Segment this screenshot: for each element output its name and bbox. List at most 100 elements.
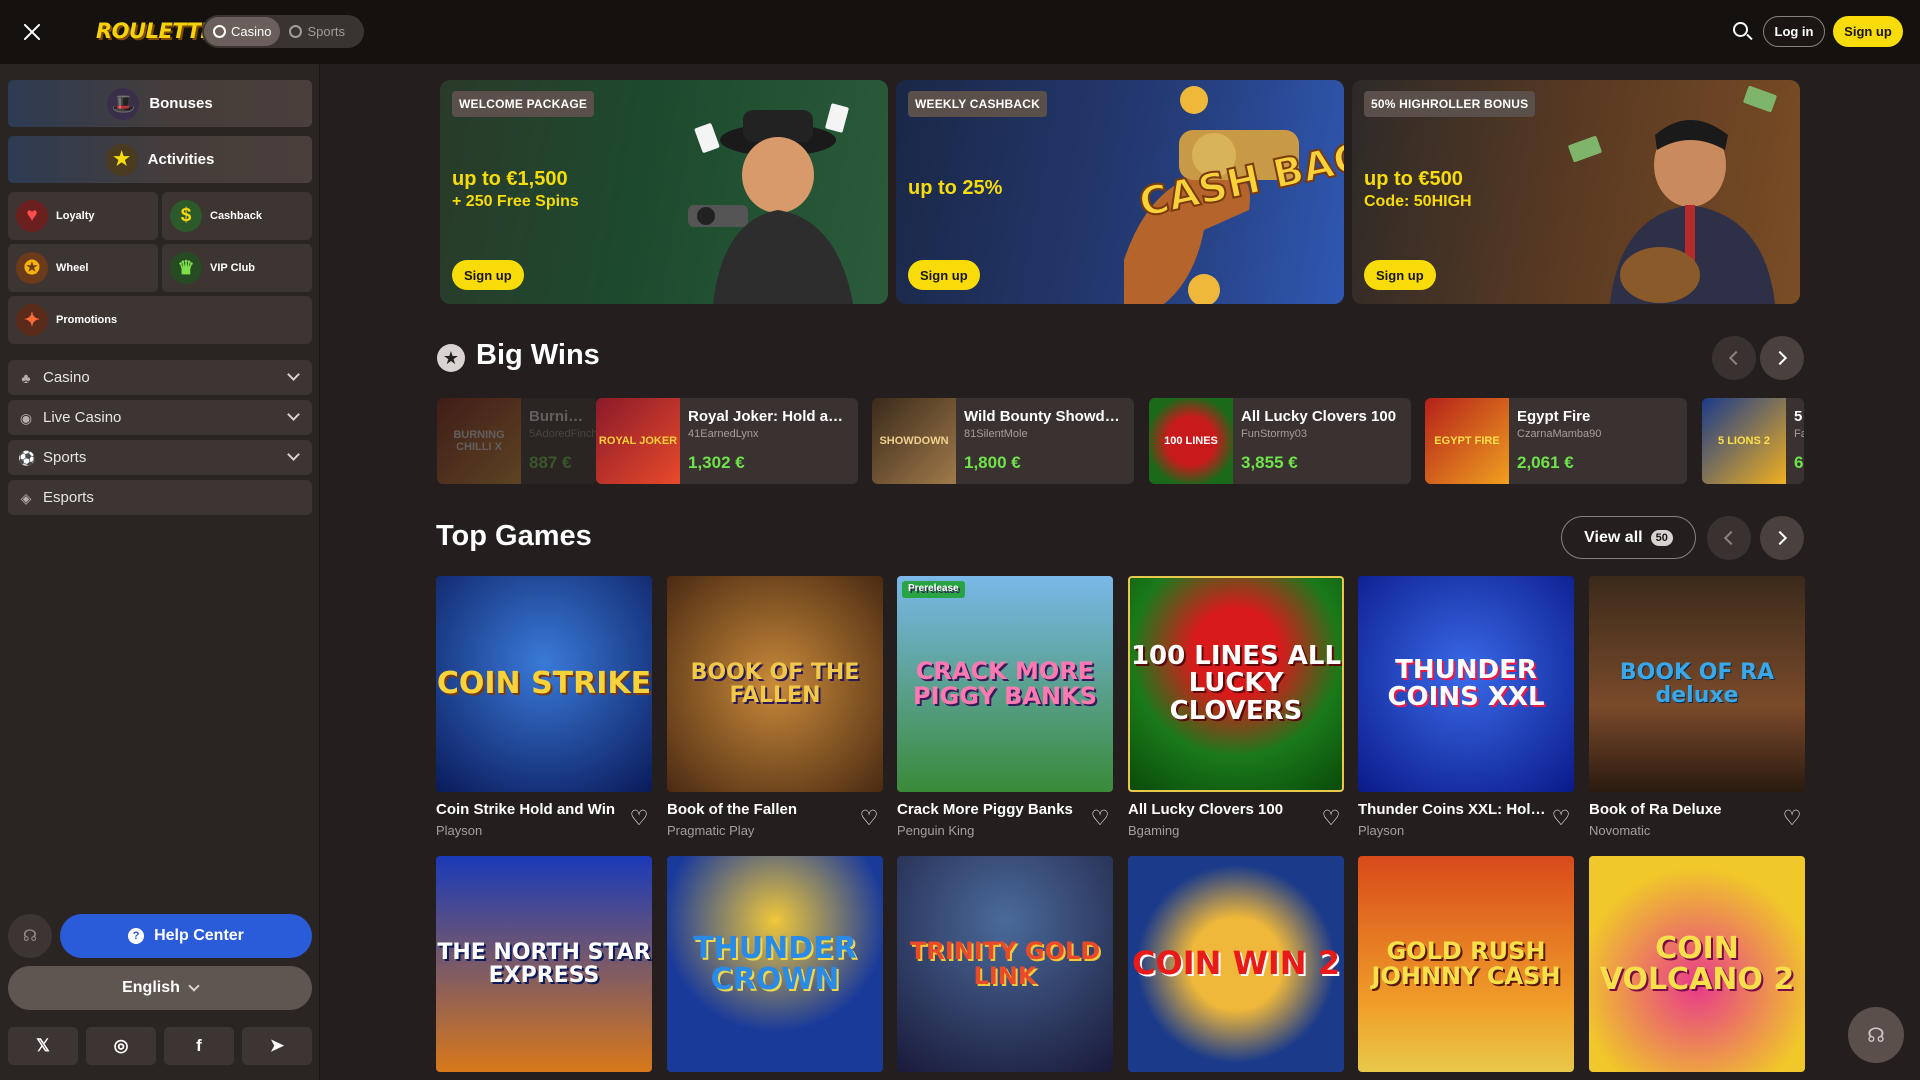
game-tile-book-of-the-fallen[interactable]: BOOK OF THE FALLEN xyxy=(667,576,883,792)
game-tile-coin-strike[interactable]: COIN STRIKE xyxy=(436,576,652,792)
chevron-down-icon xyxy=(287,368,300,381)
game-tile-north-star-express[interactable]: THE NORTH STAR EXPRESS xyxy=(436,856,652,1072)
game-tile-coin-volcano-2[interactable]: COIN VOLCANO 2 xyxy=(1589,856,1805,1072)
game-tile-thunder-crown[interactable]: THUNDER CROWN xyxy=(667,856,883,1072)
game-tile-coin-win-2[interactable]: COIN WIN 2 xyxy=(1128,856,1344,1072)
help-center-button[interactable]: ? Help Center xyxy=(60,914,312,958)
language-select[interactable]: English xyxy=(8,966,312,1010)
win-amount: 1,302 € xyxy=(688,453,745,472)
language-label: English xyxy=(122,979,180,996)
prerelease-badge: Prerelease xyxy=(902,581,965,598)
search-icon[interactable] xyxy=(1732,21,1754,43)
sidebar-item-label: Wheel xyxy=(56,262,89,274)
banner-signup-button[interactable]: Sign up xyxy=(452,260,524,290)
sidebar-item-label: Loyalty xyxy=(56,210,95,222)
game-tile-all-lucky-clovers[interactable]: 100 LINES ALL LUCKY CLOVERS xyxy=(1128,576,1344,792)
win-amount: 1,800 € xyxy=(964,453,1021,472)
game-art-text: GOLD RUSH JOHNNY CASH xyxy=(1371,936,1561,990)
help-center-label: Help Center xyxy=(154,927,244,944)
bonus-hat-icon: 🎩 xyxy=(107,87,140,120)
banner-tag: WELCOME PACKAGE xyxy=(452,91,595,117)
telegram-icon[interactable]: ➤ xyxy=(242,1027,312,1065)
sidebar-item-wheel[interactable]: ✪ Wheel xyxy=(8,244,158,292)
chevron-down-icon xyxy=(287,448,300,461)
signup-button[interactable]: Sign up xyxy=(1833,16,1903,47)
game-art-text: THE NORTH STAR EXPRESS xyxy=(437,939,651,988)
x-social-icon[interactable]: 𝕏 xyxy=(8,1027,78,1065)
sidebar-item-label: Activities xyxy=(147,151,215,168)
promo-banner-highroller[interactable]: 50% HIGHROLLER BONUS up to €500 Code: 50… xyxy=(1352,80,1800,304)
favorite-heart-icon[interactable]: ♡ xyxy=(1089,808,1111,830)
game-tile-gold-rush[interactable]: GOLD RUSH JOHNNY CASH xyxy=(1358,856,1574,1072)
game-art-text: BOOK OF THE FALLEN xyxy=(690,659,860,708)
win-game-name: Burning Chilli X xyxy=(529,408,589,425)
sidebar-item-casino[interactable]: ♣ Casino xyxy=(8,360,312,395)
favorite-heart-icon[interactable]: ♡ xyxy=(1320,808,1342,830)
win-username: FunStormy03 xyxy=(1241,428,1308,440)
sidebar-item-vip-club[interactable]: ♛ VIP Club xyxy=(162,244,312,292)
view-all-button[interactable]: View all 50 xyxy=(1561,516,1696,559)
favorite-heart-icon[interactable]: ♡ xyxy=(858,808,880,830)
facebook-icon[interactable]: f xyxy=(164,1027,234,1065)
favorite-heart-icon[interactable]: ♡ xyxy=(1550,808,1572,830)
game-thumbnail: EGYPT FIRE xyxy=(1425,398,1509,484)
banner-amount: up to 25% xyxy=(908,177,1003,199)
banner-signup-button[interactable]: Sign up xyxy=(908,260,980,290)
gangster-illustration xyxy=(688,103,853,304)
win-game-name: Egypt Fire xyxy=(1517,408,1591,425)
chevron-down-icon xyxy=(188,980,200,992)
game-title: Crack More Piggy Banks xyxy=(897,801,1073,818)
game-provider: Playson xyxy=(436,823,483,838)
game-tile-crack-more-piggy-banks[interactable]: CRACK MORE PIGGY BANKS Prerelease xyxy=(897,576,1113,792)
sidebar-item-promotions[interactable]: ✦ Promotions xyxy=(8,296,312,344)
big-win-card[interactable]: EGYPT FIRE Egypt Fire CzarnaMamba90 2,06… xyxy=(1425,398,1687,484)
promo-banner-cashback[interactable]: CASH BACK WEEKLY CASHBACK up to 25% Sign… xyxy=(896,80,1344,304)
live-icon: ◉ xyxy=(19,409,33,426)
big-win-card[interactable]: BURNING CHILLI X Burning Chilli X 5Adore… xyxy=(437,398,597,484)
view-all-label: View all xyxy=(1584,528,1643,546)
game-tile-thunder-coins-xxl[interactable]: THUNDER COINS XXL xyxy=(1358,576,1574,792)
game-tile-book-of-ra[interactable]: BOOK OF RA deluxe xyxy=(1589,576,1805,792)
tab-casino-label: Casino xyxy=(231,24,272,39)
big-wins-prev-button[interactable] xyxy=(1712,336,1756,380)
game-tile-trinity-gold-link[interactable]: TRINITY GOLD LINK xyxy=(897,856,1113,1072)
win-username: 41EarnedLynx xyxy=(688,428,759,440)
sidebar-item-bonuses[interactable]: 🎩 Bonuses xyxy=(8,80,312,127)
game-provider: Novomatic xyxy=(1589,823,1651,838)
gamepad-icon: ◈ xyxy=(20,489,32,506)
big-win-card[interactable]: 5 LIONS 2 5 Lions Megaways 2 Fa 6 xyxy=(1702,398,1804,484)
banner-signup-button[interactable]: Sign up xyxy=(1364,260,1436,290)
tab-sports[interactable]: Sports xyxy=(280,17,354,46)
sidebar-item-cashback[interactable]: $ Cashback xyxy=(162,192,312,240)
sidebar: 🎩 Bonuses ★ Activities ♥ Loyalty $ Cashb… xyxy=(0,64,320,1080)
game-art-text: COIN WIN 2 xyxy=(1132,944,1340,983)
sidebar-item-loyalty[interactable]: ♥ Loyalty xyxy=(8,192,158,240)
sidebar-item-sports[interactable]: ⚽ Sports xyxy=(8,440,312,475)
login-button[interactable]: Log in xyxy=(1763,16,1825,47)
sidebar-item-live-casino[interactable]: ◉ Live Casino xyxy=(8,400,312,435)
headset-icon[interactable]: ☊ xyxy=(8,914,52,958)
promo-banner-welcome[interactable]: WELCOME PACKAGE up to €1,500 + 250 Free … xyxy=(440,80,888,304)
tab-casino[interactable]: Casino xyxy=(204,17,281,46)
instagram-icon[interactable]: ◎ xyxy=(86,1027,156,1065)
big-win-card[interactable]: ROYAL JOKER Royal Joker: Hold and Win 41… xyxy=(596,398,858,484)
big-wins-next-button[interactable] xyxy=(1760,336,1804,380)
game-title: Coin Strike Hold and Win xyxy=(436,801,616,818)
banner-tag: WEEKLY CASHBACK xyxy=(908,91,1048,117)
game-thumbnail: BURNING CHILLI X xyxy=(437,398,521,484)
big-win-card[interactable]: SHOWDOWN Wild Bounty Showdown 81SilentMo… xyxy=(872,398,1134,484)
favorite-heart-icon[interactable]: ♡ xyxy=(628,808,650,830)
top-games-prev-button[interactable] xyxy=(1707,516,1751,560)
favorite-heart-icon[interactable]: ♡ xyxy=(1781,808,1803,830)
activities-icon: ★ xyxy=(105,143,138,176)
big-wins-title: Big Wins xyxy=(476,339,600,371)
sidebar-item-label: Bonuses xyxy=(149,95,213,112)
game-provider: Playson xyxy=(1358,823,1405,838)
support-chat-icon[interactable]: ☊ xyxy=(1848,1007,1904,1063)
close-icon[interactable] xyxy=(20,20,44,44)
win-username: CzarnaMamba90 xyxy=(1517,428,1602,440)
big-win-card[interactable]: 100 LINES All Lucky Clovers 100 FunStorm… xyxy=(1149,398,1411,484)
sidebar-item-esports[interactable]: ◈ Esports xyxy=(8,480,312,515)
top-games-next-button[interactable] xyxy=(1760,516,1804,560)
sidebar-item-activities[interactable]: ★ Activities xyxy=(8,136,312,183)
